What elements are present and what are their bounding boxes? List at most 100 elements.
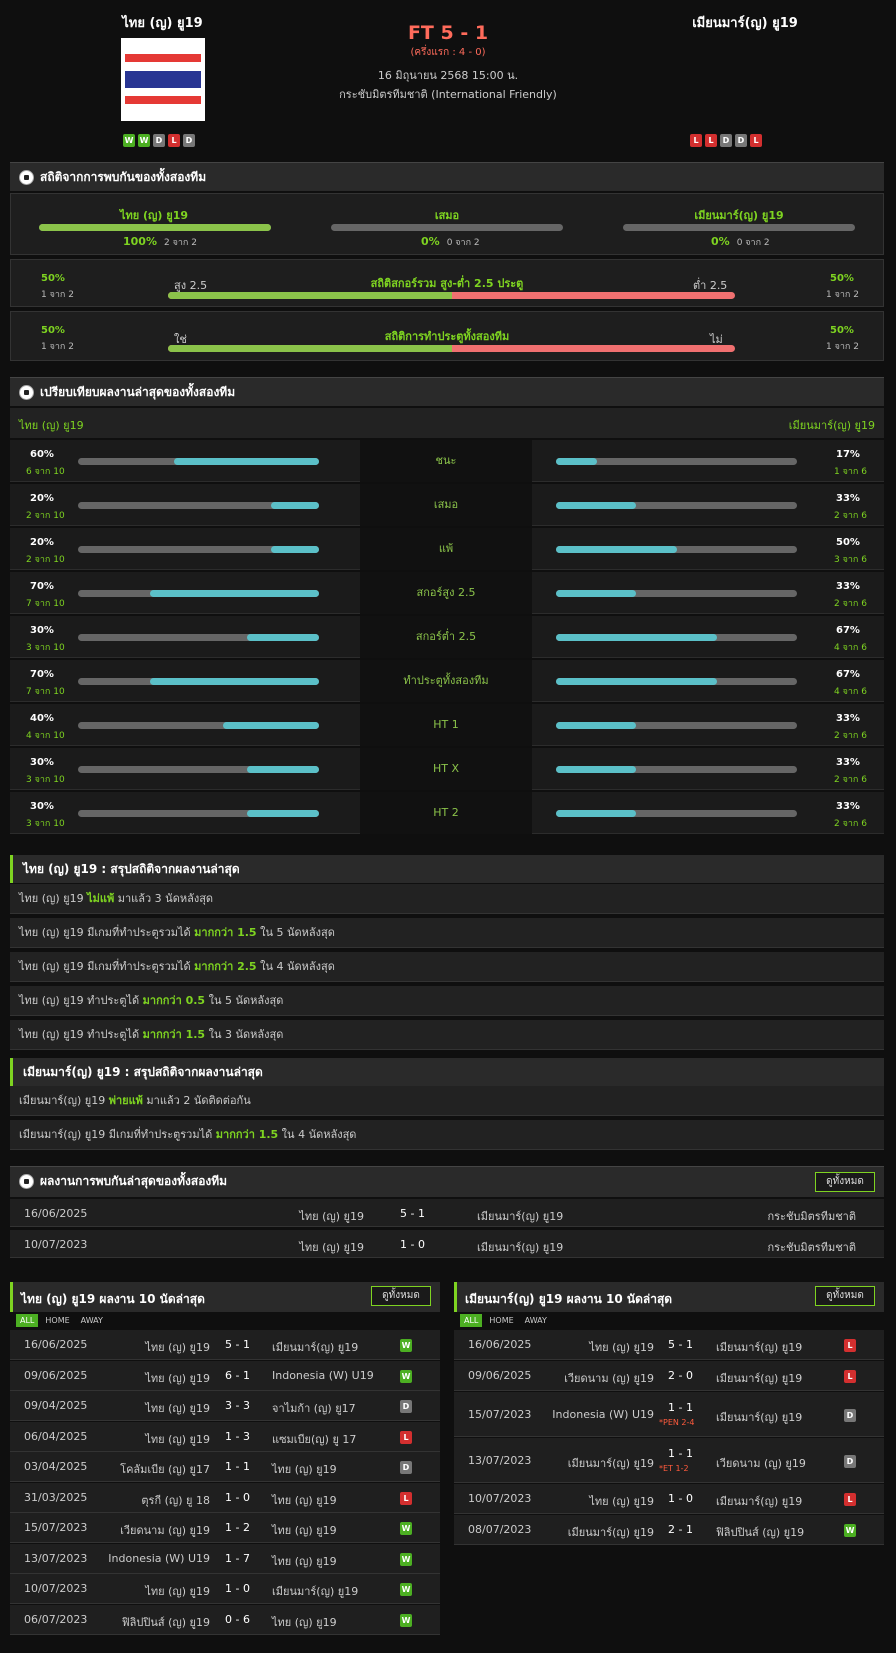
- away-bar-fill: [556, 678, 718, 685]
- home-team: Indonesia (W) U19: [108, 1551, 210, 1565]
- away-last10-header: เมียนมาร์(ญ) ยู19 ผลงาน 10 นัดล่าสุด ดูท…: [454, 1282, 884, 1312]
- home-count: 2 จาก 10: [26, 511, 65, 521]
- match-score: 1 - 0: [668, 1492, 693, 1505]
- home-bar-fill: [150, 678, 319, 685]
- match-score: 5 - 1: [225, 1338, 250, 1351]
- h2h-row[interactable]: 10/07/2023 ไทย (ญ) ยู19 1 - 0 เมียนมาร์(ญ) …: [10, 1230, 884, 1258]
- match-row[interactable]: 10/07/2023 ไทย (ญ) ยู19 1 - 0 เมียนมาร์(ญ) …: [454, 1484, 884, 1514]
- compare-row: 70% 7 จาก 10 ทำประตูทั้งสองทีม 67% 4 จาก 6: [10, 660, 884, 702]
- home-win-label: ไทย (ญ) ยู19: [119, 209, 189, 222]
- competition: กระชับมิตรทีมชาติ: [767, 1241, 856, 1254]
- match-row[interactable]: 16/06/2025 ไทย (ญ) ยู19 5 - 1 เมียนมาร์(ญ) …: [454, 1330, 884, 1360]
- filter-tab-home[interactable]: HOME: [485, 1314, 517, 1327]
- match-date: 10/07/2023: [24, 1238, 88, 1251]
- result-badge-w: W: [400, 1552, 412, 1566]
- result-badge-l: L: [690, 134, 702, 147]
- section-title: เปรียบเทียบผลงานล่าสุดของทั้งสองทีม: [40, 385, 236, 399]
- away-pct: 33%: [836, 757, 860, 768]
- match-date: 09/06/2025: [468, 1369, 532, 1382]
- summary-line: เมียนมาร์(ญ) ยู19 มีเกมที่ทำประตูรวมได้ …: [10, 1120, 884, 1150]
- match-row[interactable]: 06/07/2023 ฟิลิปปินส์ (ญ) ยู19 0 - 6 ไทย (ญ…: [10, 1604, 440, 1635]
- match-row[interactable]: 15/07/2023 Indonesia (W) U19 1 - 1 *PEN 2-4…: [454, 1392, 884, 1437]
- btts-title: สถิติการทำประตูทั้งสองทีม: [384, 330, 510, 343]
- match-date: 31/03/2025: [24, 1490, 88, 1504]
- match-row[interactable]: 06/04/2025 ไทย (ญ) ยู19 1 - 3 แซมเบีย(ญ) ยู…: [10, 1421, 440, 1452]
- btts-no-count: 1 จาก 2: [826, 342, 859, 352]
- away-form-badges: LLDDL: [690, 133, 765, 147]
- filter-tab-away[interactable]: AWAY: [77, 1314, 107, 1327]
- match-row[interactable]: 09/06/2025 เวียดนาม (ญ) ยู19 2 - 0 เมียนมาร…: [454, 1361, 884, 1391]
- home-bar: [78, 458, 319, 465]
- match-date: 16 มิถุนายน 2568 15:00 น.: [377, 69, 519, 82]
- home-team: ไทย (ญ) ยู19: [299, 1210, 364, 1223]
- away-filter-tabs: ALL HOME AWAY: [460, 1313, 554, 1327]
- summary-line: ไทย (ญ) ยู19 ทำประตูได้ มากกว่า 0.5 ใน 5…: [10, 986, 884, 1016]
- home-count: 2 จาก 10: [26, 555, 65, 565]
- match-row[interactable]: 03/04/2025 โคลัมเบีย (ญ) ยู17 1 - 1 ไทย (ญ)…: [10, 1452, 440, 1482]
- summary-highlight: พ่ายแพ้: [108, 1094, 143, 1107]
- over-under-title: สถิติสกอร์รวม สูง-ต่ำ 2.5 ประตู: [370, 277, 524, 290]
- h2h-row[interactable]: 16/06/2025 ไทย (ญ) ยู19 5 - 1 เมียนมาร์(ญ) …: [10, 1199, 884, 1227]
- away-bar-fill: [556, 546, 677, 553]
- filter-tab-away[interactable]: AWAY: [521, 1314, 551, 1327]
- match-row[interactable]: 09/04/2025 ไทย (ญ) ยู19 3 - 3 จาไมก้า (ญ) ย…: [10, 1391, 440, 1421]
- home-bar-fill: [150, 590, 319, 597]
- home-bar-fill: [174, 458, 319, 465]
- home-win-pct: 100%: [123, 235, 157, 248]
- home-bar: [78, 546, 319, 553]
- result-badge-w: W: [138, 134, 150, 147]
- home-pct: 70%: [30, 581, 54, 592]
- home-count: 4 จาก 10: [26, 731, 65, 741]
- btts-yes-pct: 50%: [41, 325, 65, 336]
- match-row[interactable]: 15/07/2023 เวียดนาม (ญ) ยู19 1 - 2 ไทย (ญ) …: [10, 1513, 440, 1543]
- home-team: เมียนมาร์(ญ) ยู19: [567, 1526, 654, 1539]
- result-badge-d: D: [153, 134, 165, 147]
- match-row[interactable]: 10/07/2023 ไทย (ญ) ยู19 1 - 0 เมียนมาร์(ญ) …: [10, 1574, 440, 1604]
- away-team: เมียนมาร์(ญ) ยู19: [716, 1341, 803, 1354]
- view-all-away-button[interactable]: ดูทั้งหมด: [815, 1286, 875, 1306]
- away-bar-fill: [556, 766, 636, 773]
- result-badge-d: D: [183, 134, 195, 147]
- match-row[interactable]: 13/07/2023 Indonesia (W) U19 1 - 7 ไทย (ญ) …: [10, 1543, 440, 1574]
- filter-tab-all[interactable]: ALL: [460, 1314, 483, 1327]
- btts-bar: [168, 345, 735, 352]
- final-score: FT 5 - 1: [407, 22, 489, 44]
- over-under-bar: [168, 292, 735, 299]
- view-all-h2h-button[interactable]: ดูทั้งหมด: [815, 1172, 875, 1192]
- summary-highlight: มากกว่า 0.5: [142, 994, 206, 1007]
- away-count: 2 จาก 6: [834, 819, 867, 829]
- match-row[interactable]: 31/03/2025 ตุรกี (ญ) ยู 18 1 - 0 ไทย (ญ) ยู…: [10, 1482, 440, 1513]
- btts-panel: 50% 1 จาก 2 ใช่ สถิติการทำประตูทั้งสองที…: [10, 311, 884, 361]
- summary-text: มาแล้ว 2 นัดติดต่อกัน: [142, 1094, 251, 1107]
- home-team: ตุรกี (ญ) ยู 18: [141, 1493, 210, 1507]
- away-bar: [556, 722, 797, 729]
- compare-label: ทำประตูทั้งสองทีม: [360, 660, 532, 702]
- match-score: 2 - 1: [668, 1523, 693, 1536]
- home-team: Indonesia (W) U19: [552, 1407, 654, 1421]
- match-row[interactable]: 13/07/2023 เมียนมาร์(ญ) ยู19 1 - 1 *ET 1-2 เ…: [454, 1438, 884, 1483]
- filter-tab-all[interactable]: ALL: [16, 1314, 39, 1327]
- match-row[interactable]: 08/07/2023 เมียนมาร์(ญ) ยู19 2 - 1 ฟิลิปปิน…: [454, 1515, 884, 1545]
- view-all-home-button[interactable]: ดูทั้งหมด: [371, 1286, 431, 1306]
- away-bar: [556, 458, 797, 465]
- away-pct: 17%: [836, 449, 860, 460]
- match-row[interactable]: 09/06/2025 ไทย (ญ) ยู19 6 - 1 Indonesia (W)…: [10, 1360, 440, 1391]
- result-badge-l: L: [400, 1491, 412, 1505]
- home-team: ไทย (ญ) ยู19: [589, 1495, 654, 1508]
- home-pct: 70%: [30, 669, 54, 680]
- filter-tab-home[interactable]: HOME: [41, 1314, 73, 1327]
- home-filter-tabs: ALL HOME AWAY: [16, 1313, 110, 1327]
- home-pct: 20%: [30, 537, 54, 548]
- match-row[interactable]: 16/06/2025 ไทย (ญ) ยู19 5 - 1 เมียนมาร์(ญ) …: [10, 1330, 440, 1360]
- home-team: ไทย (ญ) ยู19: [145, 1585, 210, 1598]
- match-score: 2 - 0: [668, 1369, 693, 1382]
- home-team: โคลัมเบีย (ญ) ยู17: [120, 1463, 210, 1476]
- summary-text: เมียนมาร์(ญ) ยู19 มีเกมที่ทำประตูรวมได้: [19, 1128, 216, 1141]
- home-bar: [78, 722, 319, 729]
- away-count: 2 จาก 6: [834, 511, 867, 521]
- away-bar: [556, 766, 797, 773]
- home-last10-title: ไทย (ญ) ยู19 ผลงาน 10 นัดล่าสุด: [21, 1292, 205, 1306]
- away-count: 2 จาก 6: [834, 731, 867, 741]
- away-bar-fill: [556, 722, 636, 729]
- football-icon: [19, 170, 34, 185]
